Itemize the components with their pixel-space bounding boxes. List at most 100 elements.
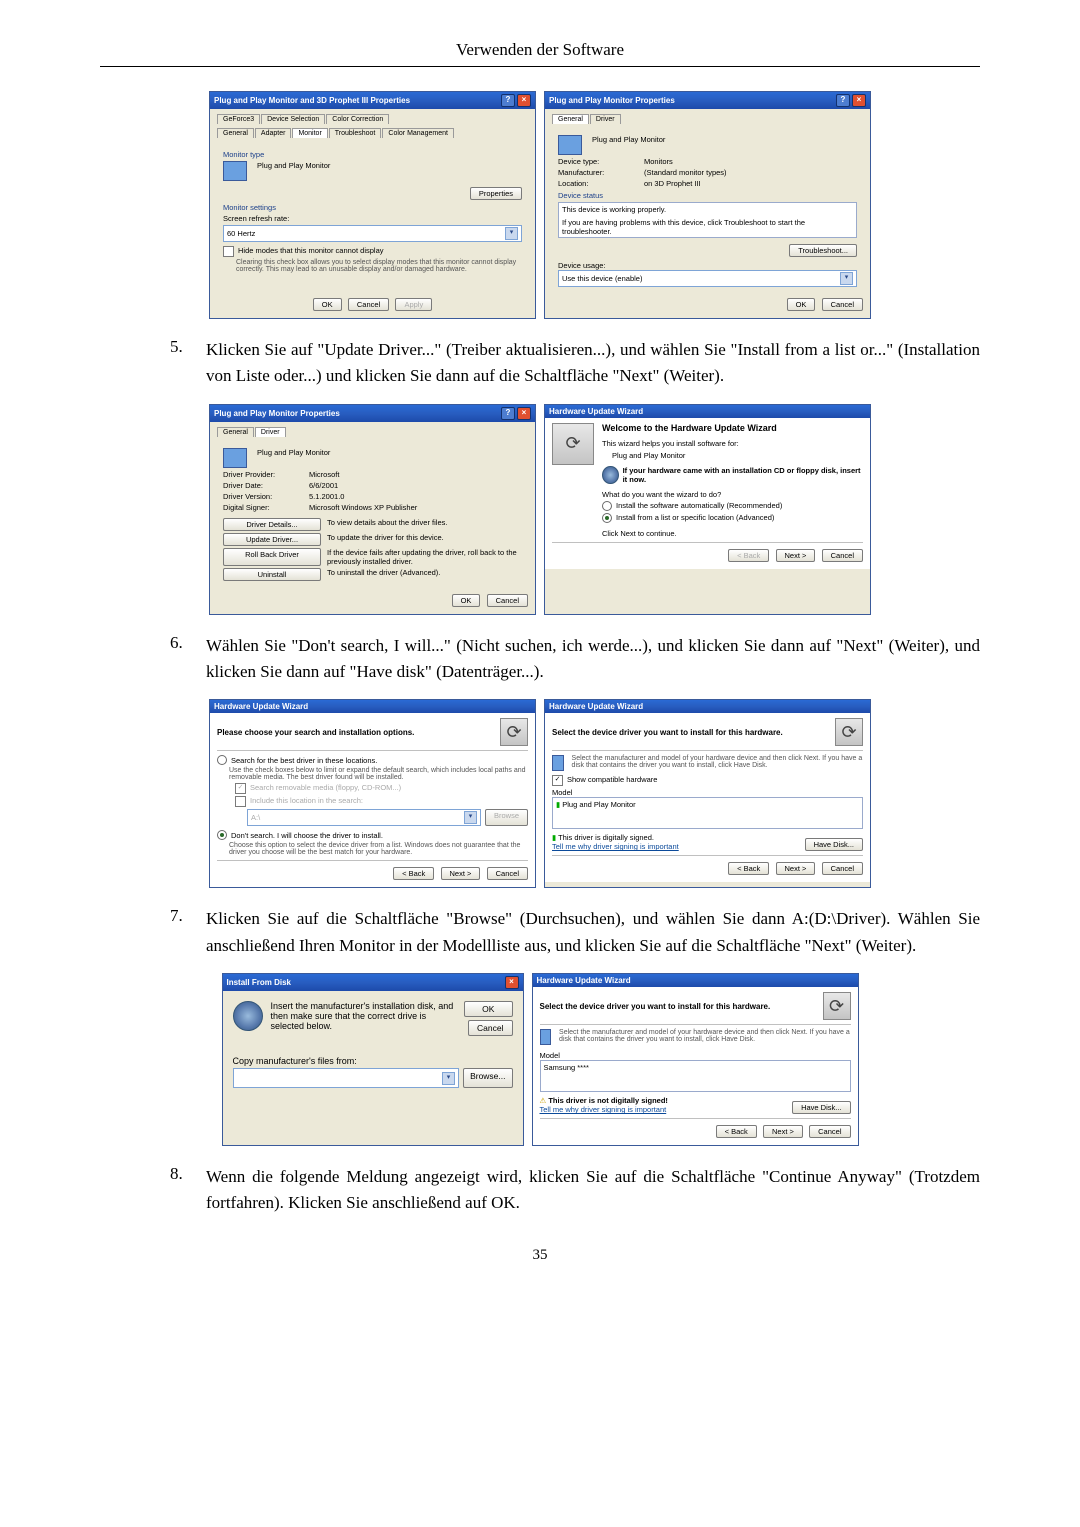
win-pnp-monitor-props-general: Plug and Play Monitor Properties ?× Gene… <box>544 91 871 319</box>
show-compatible-checkbox[interactable]: ✓ <box>552 775 563 786</box>
update-driver-button[interactable]: Update Driver... <box>223 533 321 546</box>
chevron-down-icon: ▾ <box>464 811 477 824</box>
signing-link[interactable]: Tell me why driver signing is important <box>540 1105 668 1114</box>
tab[interactable]: Troubleshoot <box>329 128 382 138</box>
window-title: Install From Disk <box>227 978 291 987</box>
tab-driver[interactable]: Driver <box>590 114 621 124</box>
ok-button[interactable]: OK <box>787 298 816 311</box>
back-button: < Back <box>728 549 769 562</box>
window-title: Hardware Update Wizard <box>214 702 308 711</box>
tab-driver[interactable]: Driver <box>255 427 286 437</box>
properties-button[interactable]: Properties <box>470 187 522 200</box>
copy-from-select[interactable]: ▾ <box>233 1068 460 1088</box>
wizard-icon: ⟳ <box>500 718 528 746</box>
refresh-rate-select[interactable]: 60 Hertz ▾ <box>223 225 522 242</box>
back-button[interactable]: < Back <box>728 862 769 875</box>
win-hw-update-search-options: Hardware Update Wizard Please choose you… <box>209 699 536 888</box>
model-list[interactable]: Samsung **** <box>540 1060 851 1092</box>
figure-row-b: Plug and Play Monitor Properties ?× Gene… <box>100 404 980 615</box>
win-pnp-monitor-props-driver: Plug and Play Monitor Properties ?× Gene… <box>209 404 536 615</box>
wizard-welcome-title: Welcome to the Hardware Update Wizard <box>602 423 863 433</box>
hide-modes-checkbox[interactable] <box>223 246 234 257</box>
cd-icon <box>602 466 619 484</box>
step-7: 7. Klicken Sie auf die Schaltfläche "Bro… <box>170 906 980 959</box>
step-5: 5. Klicken Sie auf "Update Driver..." (T… <box>170 337 980 390</box>
close-icon[interactable]: × <box>852 94 866 107</box>
step-number: 5. <box>170 337 206 390</box>
roll-back-driver-button[interactable]: Roll Back Driver <box>223 548 321 566</box>
cancel-button[interactable]: Cancel <box>487 867 528 880</box>
tab[interactable]: Color Management <box>382 128 454 138</box>
cancel-button[interactable]: Cancel <box>822 549 863 562</box>
wizard-heading: Select the device driver you want to ins… <box>552 728 783 737</box>
ok-button[interactable]: OK <box>313 298 342 311</box>
browse-button: Browse <box>485 809 528 826</box>
close-icon[interactable]: × <box>517 94 531 107</box>
cancel-button[interactable]: Cancel <box>809 1125 850 1138</box>
cancel-button[interactable]: Cancel <box>348 298 389 311</box>
cancel-button[interactable]: Cancel <box>468 1020 512 1036</box>
wizard-heading: Select the device driver you want to ins… <box>540 1002 771 1011</box>
close-icon[interactable]: × <box>505 976 519 989</box>
monitor-name: Plug and Play Monitor <box>592 135 665 155</box>
group-monitor-type: Monitor type <box>223 150 522 159</box>
radio-from-list[interactable] <box>602 513 612 523</box>
back-button[interactable]: < Back <box>716 1125 757 1138</box>
wizard-icon: ⟳ <box>823 992 851 1020</box>
monitor-icon <box>540 1029 552 1045</box>
step-text: Wählen Sie "Don't search, I will..." (Ni… <box>206 633 980 686</box>
help-icon[interactable]: ? <box>836 94 850 107</box>
have-disk-button[interactable]: Have Disk... <box>805 838 863 851</box>
ok-button[interactable]: OK <box>464 1001 512 1017</box>
next-button[interactable]: Next > <box>776 549 816 562</box>
next-button[interactable]: Next > <box>441 867 481 880</box>
cancel-button[interactable]: Cancel <box>822 862 863 875</box>
tab[interactable]: GeForce3 <box>217 114 260 124</box>
figure-row-d: Install From Disk × Insert the manufactu… <box>100 973 980 1146</box>
window-title: Plug and Play Monitor Properties <box>549 96 675 105</box>
tab[interactable]: Device Selection <box>261 114 325 124</box>
tab[interactable]: Adapter <box>255 128 292 138</box>
tab[interactable]: Color Correction <box>326 114 389 124</box>
chevron-down-icon: ▾ <box>442 1072 455 1085</box>
radio-auto[interactable] <box>602 501 612 511</box>
tab[interactable]: General <box>217 128 254 138</box>
ok-button[interactable]: OK <box>452 594 481 607</box>
tabs-row1: GeForce3 Device Selection Color Correcti… <box>217 114 528 124</box>
window-title: Hardware Update Wizard <box>549 702 643 711</box>
troubleshoot-button[interactable]: Troubleshoot... <box>789 244 857 257</box>
model-list[interactable]: ▮ Plug and Play Monitor <box>552 797 863 829</box>
tab-monitor[interactable]: Monitor <box>292 128 327 138</box>
next-button[interactable]: Next > <box>776 862 816 875</box>
help-icon[interactable]: ? <box>501 407 515 420</box>
chevron-down-icon: ▾ <box>840 272 853 285</box>
monitor-icon <box>223 161 247 181</box>
back-button[interactable]: < Back <box>393 867 434 880</box>
radio-search[interactable] <box>217 755 227 765</box>
wizard-icon: ⟳ <box>835 718 863 746</box>
monitor-name: Plug and Play Monitor <box>257 161 330 181</box>
page-header: Verwenden der Software <box>100 40 980 67</box>
cancel-button[interactable]: Cancel <box>822 298 863 311</box>
device-usage-select[interactable]: Use this device (enable) ▾ <box>558 270 857 287</box>
next-button[interactable]: Next > <box>763 1125 803 1138</box>
step-text: Wenn die folgende Meldung angezeigt wird… <box>206 1164 980 1217</box>
tab-general[interactable]: General <box>552 114 589 124</box>
have-disk-button[interactable]: Have Disk... <box>792 1101 850 1114</box>
signing-link[interactable]: Tell me why driver signing is important <box>552 842 679 851</box>
tab-general[interactable]: General <box>217 427 254 437</box>
apply-button: Apply <box>395 298 432 311</box>
step-8: 8. Wenn die folgende Meldung angezeigt w… <box>170 1164 980 1217</box>
uninstall-button[interactable]: Uninstall <box>223 568 321 581</box>
group-monitor-settings: Monitor settings <box>223 203 522 212</box>
hide-modes-label: Hide modes that this monitor cannot disp… <box>238 246 384 255</box>
step-6: 6. Wählen Sie "Don't search, I will..." … <box>170 633 980 686</box>
radio-dont-search[interactable] <box>217 830 227 840</box>
window-title: Hardware Update Wizard <box>537 976 631 985</box>
browse-button[interactable]: Browse... <box>463 1068 512 1088</box>
close-icon[interactable]: × <box>517 407 531 420</box>
help-icon[interactable]: ? <box>501 94 515 107</box>
cancel-button[interactable]: Cancel <box>487 594 528 607</box>
window-title: Plug and Play Monitor Properties <box>214 409 340 418</box>
driver-details-button[interactable]: Driver Details... <box>223 518 321 531</box>
